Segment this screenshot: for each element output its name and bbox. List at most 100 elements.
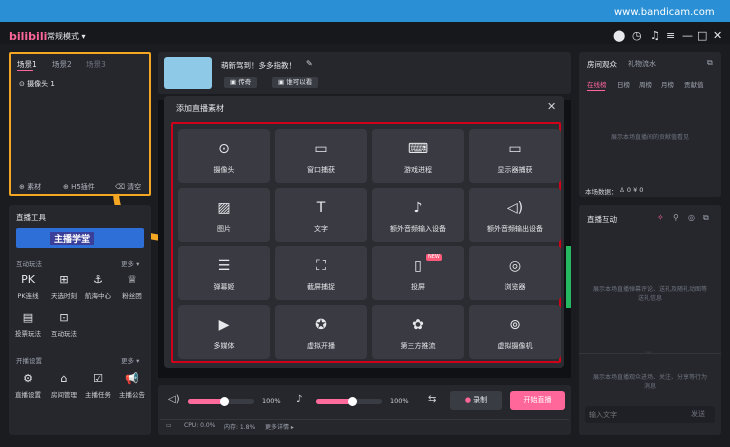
mic-volume-knob[interactable] bbox=[348, 397, 358, 406]
monitor-icon: ▭ bbox=[508, 141, 522, 157]
source-tile[interactable]: ▭ 窗口捕获 bbox=[275, 129, 367, 183]
add-source-button[interactable]: ⊕ 素材 bbox=[19, 182, 41, 192]
tab-monthly-rank[interactable]: 月榜 bbox=[661, 79, 674, 89]
go-live-button[interactable]: 开始直播 bbox=[510, 391, 565, 410]
pk-icon: PK bbox=[21, 273, 35, 286]
microphone-icon[interactable]: ♪ bbox=[296, 394, 302, 405]
maximize-icon[interactable]: □ bbox=[697, 30, 707, 42]
speaker-icon[interactable]: ◁) bbox=[168, 394, 180, 405]
source-tile-label: 摄像头 bbox=[213, 166, 235, 174]
h5-plugin-button[interactable]: ⊕ H5插件 bbox=[63, 182, 95, 192]
minimize-icon[interactable]: — bbox=[682, 30, 693, 42]
source-tile-label: 游戏进程 bbox=[404, 166, 432, 174]
clock-icon[interactable]: ◷ bbox=[632, 30, 642, 42]
gift-flow-tab[interactable]: 礼物流水 bbox=[628, 59, 656, 69]
source-tile[interactable]: ◎ 浏览器 bbox=[469, 246, 561, 300]
chat-bottom-empty: 展示本场直播观众进场、关注、分享等行为消息 bbox=[592, 374, 707, 390]
source-grid: ⊙ 摄像头 ▭ 窗口捕获 ⌨ 游戏进程 ▭ 显示器捕获 ▨ 图片 T 文字 ♪ 额外音频输入设备 ◁) 额外音… bbox=[171, 122, 561, 363]
tab-contribution[interactable]: 贡献值 bbox=[684, 79, 704, 89]
source-tile-label: 投屏 bbox=[411, 283, 425, 291]
record-button[interactable]: ● 录制 bbox=[450, 391, 502, 410]
more-details-link[interactable]: 更多详情 ▸ bbox=[265, 422, 294, 431]
scene-panel: 场景1 场景2 场景3 ⊙ 摄像头 1 ⊕ 素材 ⊕ H5插件 ⌫ 清空 bbox=[9, 52, 151, 196]
audience-title[interactable]: 房间观众 bbox=[587, 59, 617, 70]
voyage-tool[interactable]: ⚓ 航海中心 bbox=[81, 273, 115, 300]
speaker-volume-knob[interactable] bbox=[220, 397, 230, 406]
avatar-icon[interactable]: ⬤ bbox=[613, 30, 625, 42]
source-tile[interactable]: ▶ 多媒体 bbox=[178, 304, 270, 359]
tab-scene-1[interactable]: 场景1 bbox=[17, 59, 37, 70]
mode-selector[interactable]: 常规模式 ▾ bbox=[47, 31, 86, 42]
bell-icon[interactable]: ♫ bbox=[650, 30, 660, 42]
virtual-icon: ✪ bbox=[315, 316, 327, 333]
scene-source-item[interactable]: ⊙ 摄像头 1 bbox=[19, 79, 55, 89]
live-settings-tool[interactable]: ⚙ 直播设置 bbox=[11, 372, 45, 399]
source-tile[interactable]: ⌨ 游戏进程 bbox=[372, 129, 464, 183]
source-tile-label: 第三方推流 bbox=[400, 341, 436, 350]
stats-values: ♙ 0 ¥ 0 bbox=[619, 186, 644, 194]
popout-icon[interactable]: ⧉ bbox=[707, 58, 713, 68]
send-button[interactable]: 发送 bbox=[691, 409, 705, 419]
source-tile[interactable]: ▨ 图片 bbox=[178, 187, 270, 242]
edit-icon[interactable]: ✎ bbox=[306, 59, 313, 68]
close-icon[interactable]: ✕ bbox=[713, 30, 722, 42]
fans-tool[interactable]: ♕ 粉丝团 bbox=[115, 273, 149, 300]
dialog-close-icon[interactable]: ✕ bbox=[547, 100, 556, 113]
category-button[interactable]: ▣ 传奇 bbox=[224, 77, 258, 88]
source-tile[interactable]: ✿ 第三方推流 bbox=[372, 304, 464, 359]
academy-banner[interactable]: 主播学堂 bbox=[16, 228, 144, 248]
room-title[interactable]: 萌新驾到！多多指教！ bbox=[221, 60, 296, 71]
visibility-button[interactable]: ▣ 谁可以看 bbox=[272, 77, 319, 88]
room-cover[interactable] bbox=[164, 57, 212, 89]
source-tile[interactable]: ☰ 弹幕姬 bbox=[178, 246, 270, 300]
source-tile-label: 浏览器 bbox=[504, 283, 526, 291]
target-icon[interactable]: ◎ bbox=[688, 213, 695, 222]
lottery-tool[interactable]: ⊞ 天选时刻 bbox=[47, 273, 81, 300]
pk-tool[interactable]: PK PK连线 bbox=[11, 273, 45, 300]
source-tile[interactable]: ▯ 投屏 NEW bbox=[372, 246, 464, 300]
announce-tool[interactable]: 📢 主播公告 bbox=[115, 372, 149, 399]
vote-tool[interactable]: ▤ 投票玩法 bbox=[11, 311, 45, 338]
speaker-volume-slider[interactable] bbox=[188, 397, 254, 406]
settings-icon: ⚙ bbox=[23, 372, 33, 385]
swap-icon[interactable]: ⇆ bbox=[428, 394, 436, 405]
source-tile[interactable]: ⛶ 截屏捕捉 bbox=[275, 246, 367, 300]
tab-scene-3[interactable]: 场景3 bbox=[86, 59, 106, 70]
magic-icon[interactable]: ✧ bbox=[657, 213, 664, 222]
source-tile[interactable]: ♪ 额外音频输入设备 bbox=[372, 187, 464, 242]
popout-icon[interactable]: ⧉ bbox=[703, 213, 709, 223]
resize-handle[interactable]: ⋯ bbox=[645, 349, 651, 356]
source-tile[interactable]: ⊚ 虚拟摄像机 bbox=[469, 304, 561, 359]
megaphone-icon: 📢 bbox=[125, 372, 139, 385]
tab-scene-2[interactable]: 场景2 bbox=[52, 59, 72, 70]
mic-volume-slider[interactable] bbox=[316, 397, 382, 406]
source-tile[interactable]: ▭ 显示器捕获 bbox=[469, 129, 561, 183]
tab-daily-rank[interactable]: 日榜 bbox=[617, 79, 630, 89]
menu-icon[interactable]: ≡ bbox=[666, 30, 675, 42]
source-tile-label: 截屏捕捉 bbox=[307, 283, 335, 291]
source-tile[interactable]: ◁) 额外音频输出设备 bbox=[469, 187, 561, 242]
fans-icon: ♕ bbox=[127, 273, 137, 286]
chat-input[interactable] bbox=[589, 408, 679, 421]
house-icon: ⌂ bbox=[60, 372, 68, 385]
stats-label: 本场数据： bbox=[585, 188, 618, 196]
tab-online-rank[interactable]: 在线榜 bbox=[587, 79, 607, 89]
chat-input-box[interactable]: 发送 bbox=[585, 406, 715, 423]
source-tile[interactable]: T 文字 bbox=[275, 187, 367, 242]
interactive-more[interactable]: 更多 ▾ bbox=[121, 258, 139, 268]
image-icon: ▨ bbox=[217, 199, 231, 216]
tasks-tool[interactable]: ☑ 主播任务 bbox=[81, 372, 115, 399]
add-source-dialog: 添加直播素材 ✕ ⊙ 摄像头 ▭ 窗口捕获 ⌨ 游戏进程 ▭ 显示器捕获 ▨ 图片 T 文字 ♪ 额外音频… bbox=[164, 96, 564, 368]
tab-weekly-rank[interactable]: 周榜 bbox=[639, 79, 652, 89]
settings-more[interactable]: 更多 ▾ bbox=[121, 355, 139, 365]
room-manage-tool[interactable]: ⌂ 房间管理 bbox=[47, 372, 81, 399]
chat-empty: 展示本场直播弹幕评论、送礼及随礼动图等送礼信息 bbox=[592, 286, 707, 302]
interact-icon: ⊡ bbox=[59, 311, 69, 324]
interact-tool[interactable]: ⊡ 互动玩法 bbox=[47, 311, 81, 338]
source-tile-label: 文字 bbox=[314, 224, 328, 233]
source-tile[interactable]: ✪ 虚拟开播 bbox=[275, 304, 367, 359]
new-badge: NEW bbox=[426, 254, 442, 261]
filter-icon[interactable]: ⚲ bbox=[673, 213, 679, 222]
source-tile[interactable]: ⊙ 摄像头 bbox=[178, 129, 270, 183]
control-bar: ◁) 100% ♪ 100% ⇆ ● 录制 开始直播 ▭ CPU: 0.0% 内… bbox=[158, 385, 571, 435]
